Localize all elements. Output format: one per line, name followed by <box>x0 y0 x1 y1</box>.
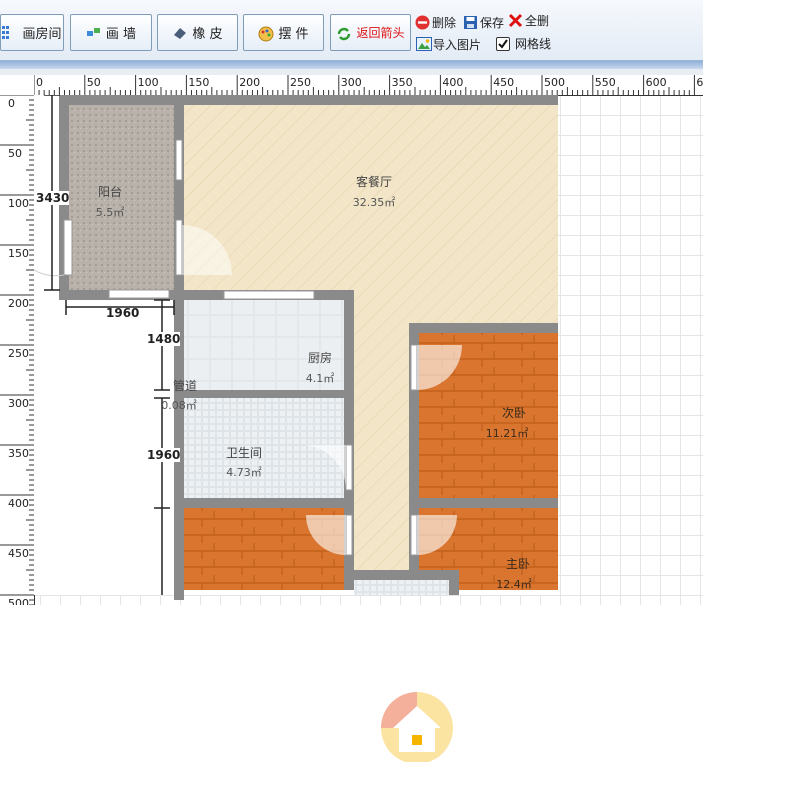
grid-lines-toggle[interactable]: 网格线 <box>496 35 551 52</box>
room-label-kitchen: 厨房 <box>307 351 333 365</box>
left-ruler-tick-label: 350 <box>8 447 29 460</box>
top-ruler-tick-label: 100 <box>137 76 159 89</box>
delete-button[interactable]: 删除 <box>415 14 456 31</box>
delete-all-label: 全删 <box>525 14 550 28</box>
close-icon <box>508 13 523 28</box>
image-icon <box>416 37 432 52</box>
top-ruler-tick-label: 450 <box>493 76 515 89</box>
design-canvas[interactable]: 050100150200250300350400450500550600650 … <box>0 75 703 605</box>
ruler-corner <box>0 75 34 95</box>
dimension-1960-horizontal: 1960 <box>106 306 140 320</box>
return-arrow-label: 返回箭头 <box>356 26 405 40</box>
house-logo-icon <box>375 688 459 764</box>
checkbox-icon[interactable] <box>496 36 510 51</box>
import-image-button[interactable]: 导入图片 <box>416 36 481 53</box>
eraser-icon <box>172 26 187 40</box>
left-ruler-tick-label: 0 <box>8 97 15 110</box>
delete-all-button[interactable]: 全删 <box>508 12 549 29</box>
grid-lines-label: 网格线 <box>515 37 552 51</box>
top-ruler-tick-label: 600 <box>645 76 667 89</box>
draw-wall-button[interactable]: 画 墙 <box>70 14 152 51</box>
delete-icon <box>415 15 430 30</box>
left-ruler: 0 50 100 150 200 250 300 350 400 450 500 <box>0 95 35 605</box>
top-ruler-tick-label: 150 <box>188 76 210 89</box>
room-area-master-bedroom: 12.4㎡ <box>496 578 532 591</box>
room-label-balcony: 阳台 <box>97 185 123 199</box>
room-area-kitchen: 4.1㎡ <box>305 372 335 385</box>
left-ruler-tick-label: 500 <box>8 597 29 605</box>
top-ruler-tick-label: 0 <box>36 76 43 89</box>
room-label-bathroom: 卫生间 <box>225 446 263 460</box>
import-image-label: 导入图片 <box>433 38 482 52</box>
room-area-living: 32.35㎡ <box>352 196 396 209</box>
toolbar-divider <box>0 61 703 69</box>
room-label-master-bedroom: 主卧 <box>505 557 531 571</box>
room-label-second-bedroom: 次卧 <box>501 406 527 420</box>
eraser-button[interactable]: 橡 皮 <box>157 14 238 51</box>
top-ruler-tick-label: 350 <box>391 76 413 89</box>
delete-label: 删除 <box>432 16 457 30</box>
furniture-label: 摆 件 <box>278 27 309 42</box>
top-ruler-tick-label: 50 <box>86 76 101 89</box>
top-ruler-tick-label: 400 <box>442 76 464 89</box>
return-arrow-button[interactable]: 返回箭头 <box>330 14 411 51</box>
room-label-living: 客餐厅 <box>355 175 393 189</box>
top-ruler-tick-label: 650 <box>696 76 703 89</box>
top-ruler-tick-label: 500 <box>544 76 565 89</box>
room-area-second-bedroom: 11.21㎡ <box>485 427 529 440</box>
top-ruler-tick-label: 250 <box>290 76 311 89</box>
toolbar: 画房间 画 墙 橡 皮 摆 件 返回箭头 删除 保存 全删 导入图片 网格线 <box>0 0 703 61</box>
refresh-icon <box>336 26 351 40</box>
grid-icon <box>2 25 16 40</box>
floor-plan <box>34 95 558 600</box>
palette-icon <box>258 26 274 41</box>
dimension-3430: 3430 <box>36 191 70 205</box>
left-ruler-tick-label: 450 <box>8 547 29 560</box>
top-ruler-tick-label: 550 <box>594 76 616 89</box>
left-ruler-tick-label: 100 <box>8 197 29 210</box>
left-ruler-tick-label: 250 <box>8 347 29 360</box>
top-ruler-tick-label: 200 <box>239 76 261 89</box>
left-ruler-tick-label: 400 <box>8 497 29 510</box>
wall-icon <box>86 26 100 40</box>
top-ruler: 0 50 100 150 200 250 300 350 400 450 500 550 600 650 <box>34 75 703 96</box>
left-ruler-tick-label: 150 <box>8 247 29 260</box>
top-ruler-tick-label: 300 <box>340 76 362 89</box>
room-label-pipe: 管道 <box>172 379 198 393</box>
draw-room-button[interactable]: 画房间 <box>0 14 64 51</box>
left-ruler-tick-label: 300 <box>8 397 29 410</box>
left-ruler-tick-label: 50 <box>8 147 22 160</box>
room-area-balcony: 5.5㎡ <box>95 206 125 219</box>
room-area-pipe: 0.08㎡ <box>161 399 197 412</box>
left-ruler-tick-label: 200 <box>8 297 29 310</box>
room-area-bathroom: 4.73㎡ <box>226 466 262 479</box>
save-icon <box>463 15 478 30</box>
furniture-button[interactable]: 摆 件 <box>243 14 324 51</box>
dimension-1960-vertical: 1960 <box>147 448 181 462</box>
draw-wall-label: 画 墙 <box>105 27 137 42</box>
draw-room-label: 画房间 <box>22 27 62 42</box>
eraser-label: 橡 皮 <box>192 27 223 42</box>
save-label: 保存 <box>480 16 505 30</box>
save-button[interactable]: 保存 <box>463 14 504 31</box>
dimension-1480: 1480 <box>147 332 181 346</box>
